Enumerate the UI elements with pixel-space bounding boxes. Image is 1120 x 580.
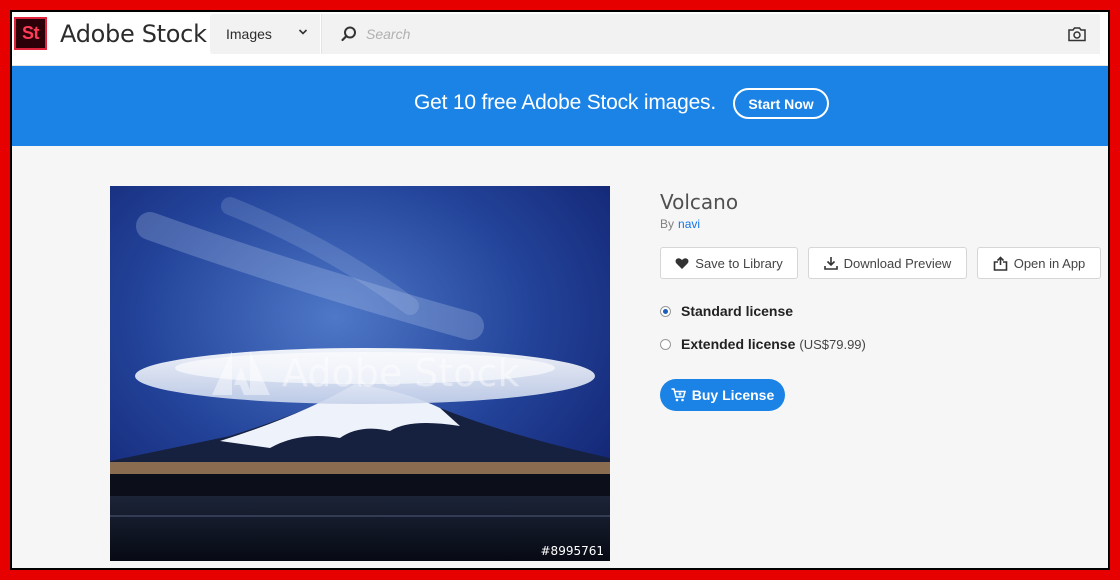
start-now-button[interactable]: Start Now	[733, 88, 829, 119]
search-icon[interactable]	[340, 25, 358, 43]
promo-banner: Get 10 free Adobe Stock images. Start No…	[10, 66, 1110, 146]
byline: By navi	[660, 217, 700, 231]
share-icon	[993, 255, 1008, 271]
promo-text: Get 10 free Adobe Stock images.	[414, 91, 716, 114]
asset-type-label: Images	[226, 26, 272, 42]
camera-icon[interactable]	[1068, 26, 1086, 42]
adobe-logo-icon	[212, 351, 270, 395]
cart-icon	[671, 388, 686, 402]
extended-license-price: (US$79.99)	[799, 336, 866, 352]
save-to-library-label: Save to Library	[695, 255, 783, 271]
license-option-extended[interactable]: Extended license (US$79.99)	[660, 336, 866, 352]
adobe-stock-logo[interactable]: St	[14, 17, 47, 50]
extended-license-label: Extended license	[681, 336, 796, 352]
asset-id: #8995761	[540, 544, 605, 558]
byline-prefix: By	[660, 217, 675, 231]
download-icon	[823, 257, 838, 270]
search-input[interactable]	[366, 22, 1016, 46]
chevron-down-icon	[298, 29, 308, 35]
asset-type-dropdown[interactable]: Images	[210, 14, 320, 54]
watermark: Adobe Stock	[210, 349, 519, 397]
watermark-text: Adobe Stock	[282, 351, 520, 395]
asset-preview-image[interactable]: Adobe Stock #8995761	[110, 186, 610, 561]
asset-title: Volcano	[660, 190, 739, 214]
brand-name[interactable]: Adobe Stock	[60, 20, 207, 48]
standard-license-radio[interactable]	[660, 305, 671, 317]
license-option-standard[interactable]: Standard license	[660, 303, 793, 319]
search-bar	[321, 14, 1100, 54]
window-frame: St Adobe Stock Images Get 10 free Adobe …	[0, 0, 1120, 580]
header: St Adobe Stock Images	[10, 10, 1110, 66]
heart-icon	[675, 257, 689, 269]
standard-license-label: Standard license	[681, 303, 794, 319]
buy-license-button[interactable]: Buy License	[660, 379, 785, 411]
save-to-library-button[interactable]: Save to Library	[660, 247, 798, 279]
download-preview-button[interactable]: Download Preview	[808, 247, 967, 279]
download-preview-label: Download Preview	[843, 255, 952, 271]
open-in-app-label: Open in App	[1013, 255, 1086, 271]
extended-license-radio[interactable]	[660, 338, 671, 350]
open-in-app-button[interactable]: Open in App	[977, 247, 1101, 279]
buy-license-label: Buy License	[691, 387, 775, 403]
author-link[interactable]: navi	[678, 217, 700, 231]
